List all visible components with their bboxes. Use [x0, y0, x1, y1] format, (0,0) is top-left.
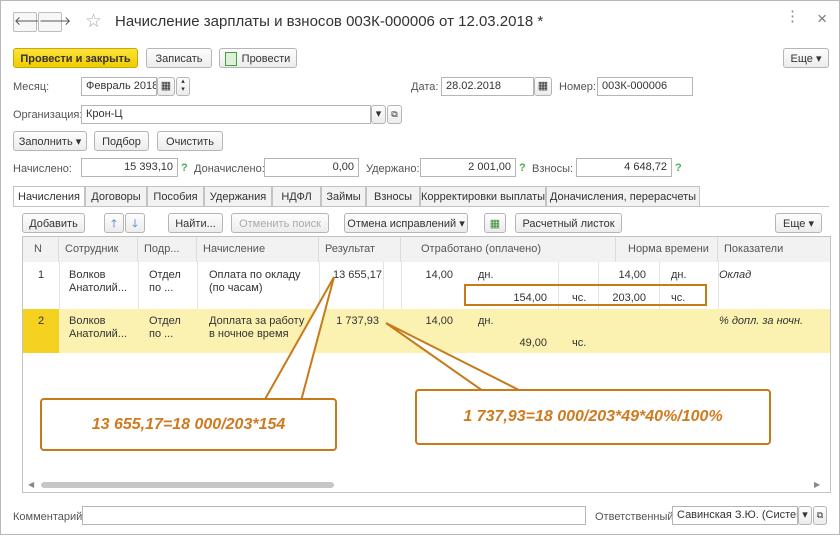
- comment-label: Комментарий:: [13, 511, 86, 523]
- callout-right: 1 737,93=18 000/203*49*40%/100%: [415, 389, 771, 445]
- responsible-open-icon[interactable]: ⧉: [813, 506, 827, 525]
- document-window: 🡐 🡒 ☆ Начисление зарплаты и взносов 003К…: [0, 0, 840, 535]
- responsible-label: Ответственный:: [595, 511, 677, 523]
- callout-arrows: [262, 276, 522, 402]
- callout-left: 13 655,17=18 000/203*154: [40, 398, 337, 451]
- callout-arrow-right: [385, 322, 522, 392]
- responsible-field[interactable]: Савинская З.Ю. (Систем: [672, 506, 798, 525]
- responsible-dropdown-icon[interactable]: ▾: [798, 506, 812, 525]
- callout-arrow-left: [262, 276, 335, 402]
- comment-field[interactable]: [82, 506, 586, 525]
